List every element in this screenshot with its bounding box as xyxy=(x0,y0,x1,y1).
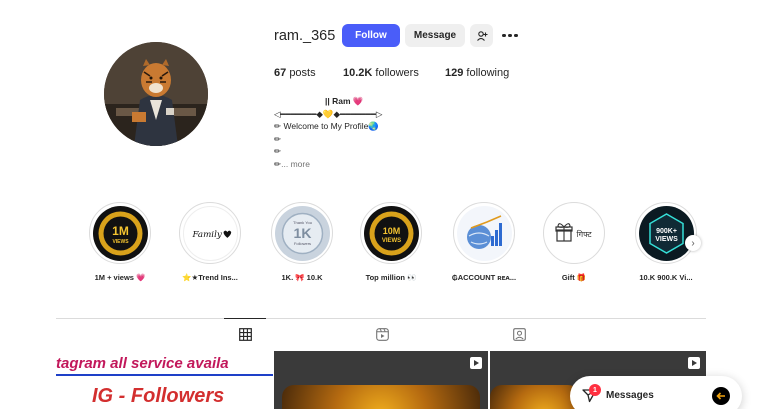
highlight-ring: 900K+ VIEWS xyxy=(635,202,697,264)
family-heart-icon: Family xyxy=(182,205,238,261)
highlight-label: 1M + views 💗 xyxy=(94,273,146,282)
highlight-badge-text: 1M xyxy=(112,224,129,238)
highlight-item[interactable]: ₲ACCOUNT ʀᴇᴀ... xyxy=(444,202,524,282)
post-tile-headline: tagram all service availa xyxy=(56,355,229,372)
bio-line: ✏ xyxy=(274,146,282,156)
following-stat[interactable]: 129 following xyxy=(445,67,509,79)
highlight-item[interactable]: 10M VIEWS Top million 👀 xyxy=(351,202,431,282)
gift-icon: गिफ्ट xyxy=(546,205,602,261)
reel-icon xyxy=(688,357,700,369)
posts-label: posts xyxy=(289,67,316,79)
highlight-ring: Thank You 1K Followers xyxy=(271,202,333,264)
post-tile-title: IG - Followers xyxy=(92,385,225,407)
suggest-user-button[interactable] xyxy=(470,24,493,47)
more-dot-icon xyxy=(502,33,506,38)
reels-icon xyxy=(375,327,389,341)
post-tile[interactable] xyxy=(274,351,488,409)
10m-views-badge-icon: 10M VIEWS xyxy=(363,205,419,261)
highlight-badge-text: 1K xyxy=(293,225,311,241)
highlight-ring xyxy=(453,202,515,264)
highlight-label: Gift 🎁 xyxy=(561,273,587,282)
highlight-item[interactable]: Family ⭐★Trend Ins... xyxy=(170,202,250,282)
posts-stat: 67 posts xyxy=(274,67,316,79)
highlight-ring: गिफ्ट xyxy=(543,202,605,264)
highlight-badge-text: VIEWS xyxy=(381,238,400,244)
post-thumbnail xyxy=(282,385,480,409)
following-label: following xyxy=(466,67,510,79)
highlight-item[interactable]: 1M VIEWS 1M + views 💗 xyxy=(80,202,160,282)
tab-reels[interactable] xyxy=(374,326,390,342)
highlight-label: 1K. 🎀 10.K xyxy=(281,273,323,282)
bio-more-link[interactable]: ... more xyxy=(281,159,310,169)
messages-button[interactable]: 1 Messages xyxy=(570,376,742,409)
highlight-label: ⭐★Trend Ins... xyxy=(182,273,238,282)
message-button[interactable]: Message xyxy=(405,24,465,47)
highlight-badge-text: 900K+ xyxy=(656,228,677,235)
tab-posts[interactable] xyxy=(237,326,253,342)
highlight-ring: 1M VIEWS xyxy=(89,202,151,264)
messages-count-badge: 1 xyxy=(589,384,601,396)
bio-divider-line: ◁━━━━━━━◆💛◆━━━━━━━▷ xyxy=(274,108,383,119)
1m-views-badge-icon: 1M VIEWS xyxy=(92,205,148,261)
highlight-badge-text: 10M xyxy=(382,226,400,236)
active-tab-indicator xyxy=(224,318,266,319)
more-dot-icon xyxy=(508,33,512,38)
post-tile[interactable]: tagram all service availa IG - Followers xyxy=(56,351,273,409)
tagged-person-icon xyxy=(512,327,526,341)
globe-growth-icon xyxy=(456,205,512,261)
post-tile-rule xyxy=(56,374,273,376)
post-thumbnail xyxy=(490,385,580,409)
arrow-left-icon xyxy=(716,392,725,400)
grid-icon xyxy=(238,327,252,341)
bio-line: ✏ xyxy=(274,133,282,144)
bio-more-line: ✏... more xyxy=(274,158,474,171)
highlight-badge-text: Family xyxy=(191,229,221,239)
posts-count: 67 xyxy=(274,67,287,79)
add-person-icon xyxy=(476,30,487,41)
messages-label: Messages xyxy=(606,390,654,401)
story-highlights: 1M VIEWS 1M + views 💗 Family ⭐★Trend Ins… xyxy=(80,202,700,282)
reel-icon xyxy=(470,357,482,369)
highlights-next-button[interactable]: › xyxy=(685,235,701,251)
bio-line: ✏ Welcome to My Profile🌏 xyxy=(274,121,379,131)
message-contact-avatar xyxy=(712,387,730,405)
highlight-badge-text: VIEWS xyxy=(112,239,129,245)
more-options-button[interactable] xyxy=(499,24,521,47)
highlight-label: 10.K 900.K Vi... xyxy=(639,273,693,282)
following-count: 129 xyxy=(445,67,464,79)
bio-name-line: || Ram 💗 xyxy=(325,96,364,106)
highlight-item[interactable]: गिफ्ट Gift 🎁 xyxy=(534,202,614,282)
highlight-badge-text: गिफ्ट xyxy=(576,229,592,239)
follow-button[interactable]: Follow xyxy=(342,24,400,47)
followers-count: 10.2K xyxy=(343,67,373,79)
tabs-divider xyxy=(56,318,706,319)
tiger-avatar-image xyxy=(104,42,208,146)
highlight-ring: 10M VIEWS xyxy=(360,202,422,264)
highlight-badge-text: VIEWS xyxy=(655,236,678,243)
profile-avatar[interactable] xyxy=(104,42,208,146)
highlight-label: ₲ACCOUNT ʀᴇᴀ... xyxy=(451,273,517,282)
followers-label: followers xyxy=(375,67,419,79)
highlight-badge-text: Followers xyxy=(293,241,310,246)
highlight-label: Top million 👀 xyxy=(365,273,417,282)
chevron-right-icon: › xyxy=(691,237,695,249)
900k-views-badge-icon: 900K+ VIEWS xyxy=(638,205,694,261)
highlight-item[interactable]: Thank You 1K Followers 1K. 🎀 10.K xyxy=(262,202,342,282)
more-dot-icon xyxy=(514,33,518,38)
profile-username: ram._365 xyxy=(274,28,336,44)
profile-bio: || Ram 💗 ◁━━━━━━━◆💛◆━━━━━━━▷ ✏ Welcome t… xyxy=(274,95,474,170)
followers-stat[interactable]: 10.2K followers xyxy=(343,67,419,79)
tab-tagged[interactable] xyxy=(511,326,527,342)
highlight-ring: Family xyxy=(179,202,241,264)
1k-followers-badge-icon: Thank You 1K Followers xyxy=(274,205,330,261)
